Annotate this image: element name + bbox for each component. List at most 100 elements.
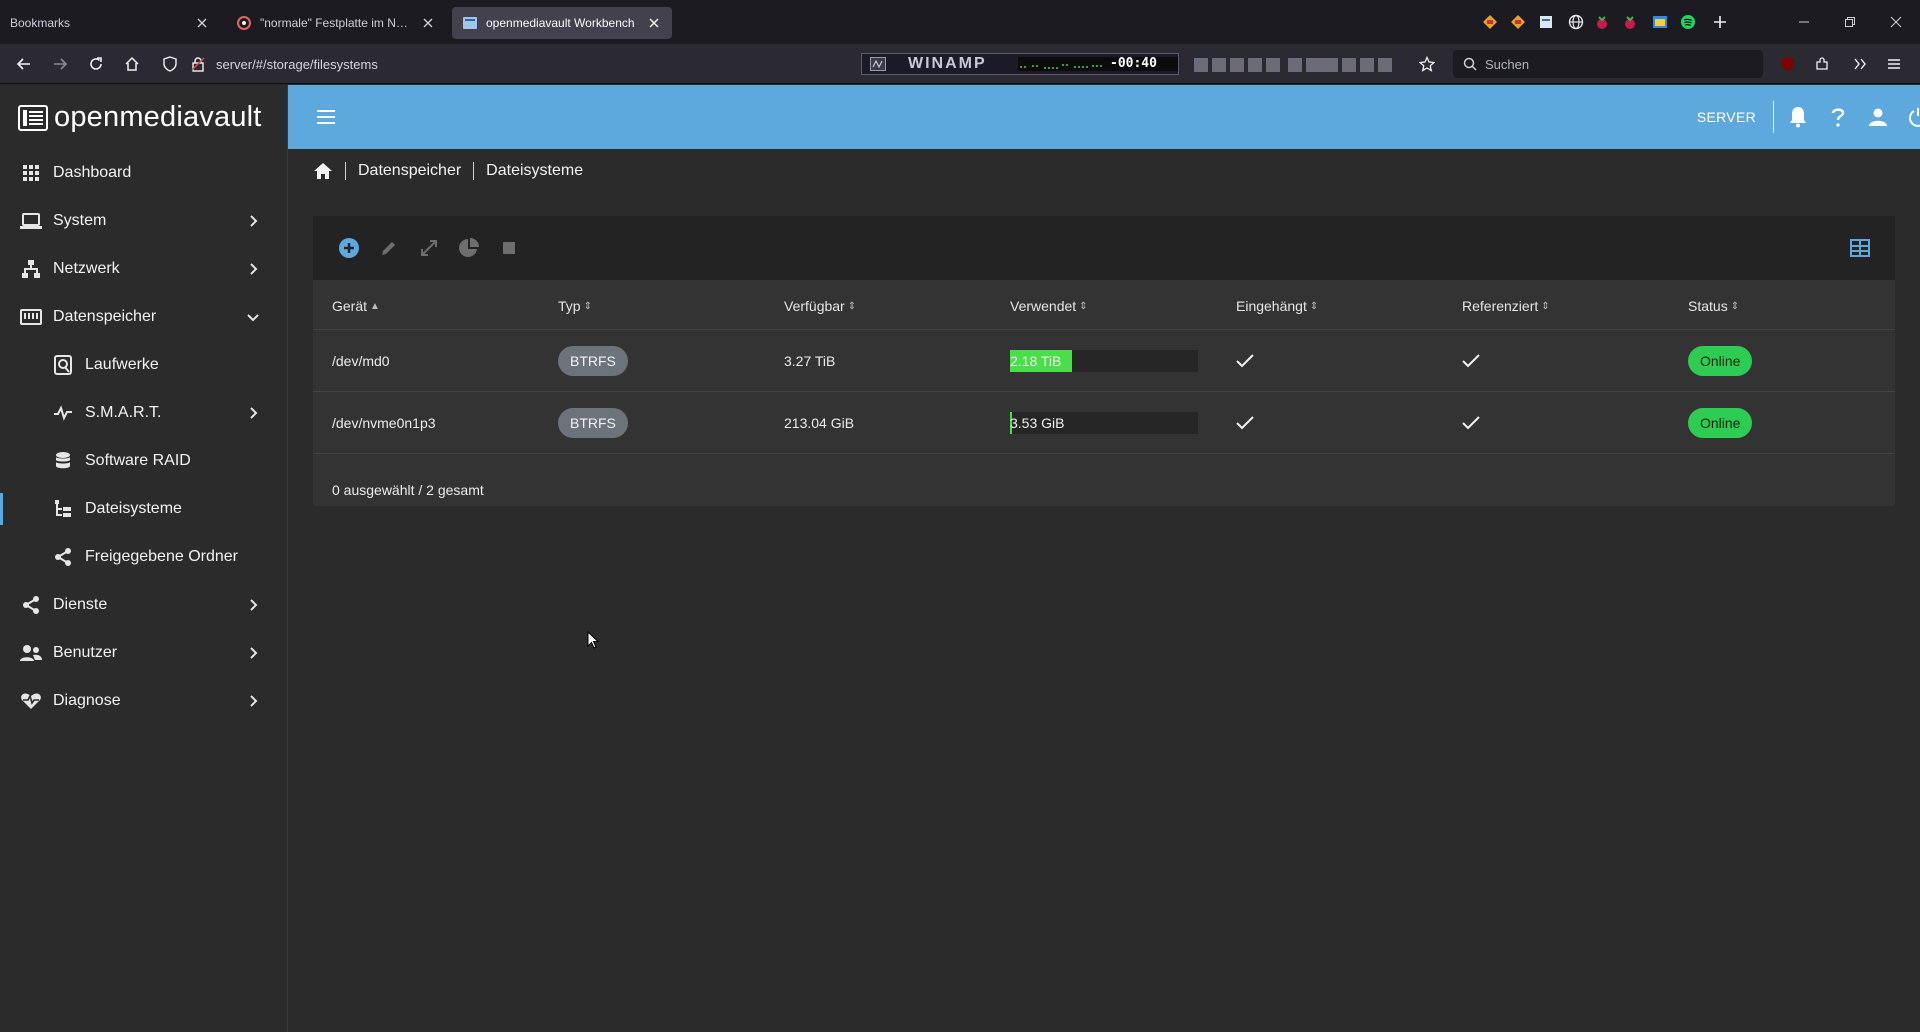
table-toolbar xyxy=(313,216,1895,280)
window-icon[interactable] xyxy=(1652,14,1668,30)
home-icon[interactable] xyxy=(313,162,333,180)
winamp-close-icon[interactable] xyxy=(1377,57,1393,73)
quota-pie-icon[interactable] xyxy=(457,236,481,260)
check-icon xyxy=(1236,392,1254,454)
sidebar-item-dashboard[interactable]: Dashboard xyxy=(0,153,288,193)
table-row[interactable]: /dev/nvme0n1p3 BTRFS 213.04 GiB 3.53 GiB… xyxy=(313,392,1895,454)
sidebar-item-system[interactable]: System xyxy=(0,201,288,241)
winamp-minimize-icon[interactable] xyxy=(1359,57,1375,73)
tab-forum[interactable]: "normale" Festplatte im NAS? | xyxy=(226,7,446,39)
close-icon[interactable] xyxy=(646,15,662,31)
search-placeholder: Suchen xyxy=(1485,56,1530,72)
sidebar-item-drives[interactable]: Laufwerke xyxy=(0,345,288,385)
close-icon[interactable] xyxy=(194,15,210,31)
share-icon xyxy=(20,594,42,616)
table-view-icon[interactable] xyxy=(1848,236,1872,260)
reader-icon[interactable] xyxy=(1538,14,1554,30)
globe-icon[interactable] xyxy=(1568,14,1584,30)
shield-icon[interactable] xyxy=(158,52,182,76)
sort-asc-icon: ▲ xyxy=(370,300,380,312)
user-icon[interactable] xyxy=(1866,105,1890,129)
browser-tab-bar: Bookmarks "normale" Festplatte im NAS? |… xyxy=(0,0,1920,44)
winamp-menu-icon[interactable] xyxy=(1341,57,1357,73)
restore-icon[interactable] xyxy=(1840,12,1860,32)
add-icon[interactable] xyxy=(337,236,361,260)
winamp-stop-icon[interactable] xyxy=(1247,57,1263,73)
reload-icon[interactable] xyxy=(84,52,108,76)
column-header-type[interactable]: Typ ⇕ xyxy=(558,298,592,314)
tab-openmediavault[interactable]: openmediavault Workbench xyxy=(452,7,672,39)
sidebar-item-shared-folders[interactable]: Freigegebene Ordner xyxy=(0,537,288,577)
winamp-next-icon[interactable] xyxy=(1265,57,1281,73)
extension-icon[interactable] xyxy=(1510,14,1526,30)
winamp-volume-slider[interactable] xyxy=(1305,57,1339,73)
winamp-widget[interactable]: WINAMP -00:40 xyxy=(861,53,1179,75)
spotify-icon[interactable] xyxy=(1680,14,1696,30)
used-progress-bar: 3.53 GiB xyxy=(1010,412,1198,434)
browser-nav-bar: server/#/storage/filesystems WINAMP -00:… xyxy=(0,44,1920,84)
tab-title: Bookmarks xyxy=(10,16,71,30)
sidebar-item-filesystems[interactable]: Dateisysteme xyxy=(0,489,288,529)
power-icon[interactable] xyxy=(1906,105,1920,129)
winamp-play-icon[interactable] xyxy=(1211,57,1227,73)
lock-icon[interactable] xyxy=(186,52,210,76)
forum-favicon-icon xyxy=(236,15,252,31)
column-header-device[interactable]: Gerät ▲ xyxy=(332,298,380,314)
sidebar-item-software-raid[interactable]: Software RAID xyxy=(0,441,288,481)
extension-icon[interactable] xyxy=(1482,14,1498,30)
help-icon[interactable] xyxy=(1826,105,1850,129)
winamp-eject-icon[interactable] xyxy=(1287,57,1303,73)
bell-icon[interactable] xyxy=(1786,105,1810,129)
sidebar-item-label: Laufwerke xyxy=(85,356,159,373)
url-field[interactable]: server/#/storage/filesystems xyxy=(216,57,378,72)
minimize-icon[interactable] xyxy=(1794,12,1814,32)
column-header-used[interactable]: Verwendet ⇕ xyxy=(1010,298,1088,314)
breadcrumb: Datenspeicher Dateisysteme xyxy=(313,159,583,183)
column-header-mounted[interactable]: Eingehängt ⇕ xyxy=(1236,298,1318,314)
extensions-icon[interactable] xyxy=(1810,52,1834,76)
sidebar-item-services[interactable]: Dienste xyxy=(0,585,288,625)
expand-icon[interactable] xyxy=(417,236,441,260)
edit-icon[interactable] xyxy=(377,236,401,260)
sidebar-item-storage[interactable]: Datenspeicher xyxy=(0,297,288,337)
omv-favicon-icon xyxy=(462,15,478,31)
check-icon xyxy=(1236,330,1254,392)
raspberry-icon[interactable] xyxy=(1622,14,1638,30)
column-header-available[interactable]: Verfügbar ⇕ xyxy=(784,298,856,314)
sidebar-item-network[interactable]: Netzwerk xyxy=(0,249,288,289)
close-window-icon[interactable] xyxy=(1886,12,1906,32)
winamp-pause-icon[interactable] xyxy=(1229,57,1245,73)
winamp-icon xyxy=(870,57,886,71)
sidebar-item-smart[interactable]: S.M.A.R.T. xyxy=(0,393,288,433)
home-icon[interactable] xyxy=(120,52,144,76)
raspberry-icon[interactable] xyxy=(1594,14,1610,30)
tab-bookmarks[interactable]: Bookmarks xyxy=(0,7,220,39)
sidebar: openmediavault Dashboard System Netzwerk… xyxy=(0,85,288,1032)
back-icon[interactable] xyxy=(12,52,36,76)
sort-icon: ⇕ xyxy=(583,300,592,312)
winamp-prev-icon[interactable] xyxy=(1193,57,1209,73)
sidebar-item-label: Freigegebene Ordner xyxy=(85,548,238,565)
hamburger-menu-icon[interactable] xyxy=(1882,52,1906,76)
sidebar-item-users[interactable]: Benutzer xyxy=(0,633,288,673)
column-header-referenced[interactable]: Referenziert ⇕ xyxy=(1462,298,1550,314)
menu-toggle-icon[interactable] xyxy=(314,105,338,129)
overflow-chevron-icon[interactable] xyxy=(1848,52,1872,76)
forward-icon[interactable] xyxy=(48,52,72,76)
bookmark-star-icon[interactable] xyxy=(1415,52,1439,76)
sort-icon: ⇕ xyxy=(1541,300,1550,312)
column-header-status[interactable]: Status ⇕ xyxy=(1688,298,1739,314)
close-icon[interactable] xyxy=(420,15,436,31)
breadcrumb-storage-link[interactable]: Datenspeicher xyxy=(358,162,461,180)
sidebar-item-label: Dashboard xyxy=(53,164,132,181)
chevron-right-icon xyxy=(244,692,262,710)
browser-search-input[interactable]: Suchen xyxy=(1453,50,1763,78)
new-tab-icon[interactable] xyxy=(1712,14,1728,30)
stop-icon[interactable] xyxy=(497,236,521,260)
chevron-right-icon xyxy=(244,212,262,230)
filesystems-table-card: Gerät ▲ Typ ⇕ Verfügbar ⇕ Verwendet ⇕ Eingeh… xyxy=(313,216,1895,506)
sidebar-item-diagnostics[interactable]: Diagnose xyxy=(0,681,288,721)
ublock-icon[interactable] xyxy=(1776,52,1800,76)
table-row[interactable]: /dev/md0 BTRFS 3.27 TiB 2.18 TiB Online xyxy=(313,330,1895,392)
brand[interactable]: openmediavault xyxy=(18,101,262,134)
